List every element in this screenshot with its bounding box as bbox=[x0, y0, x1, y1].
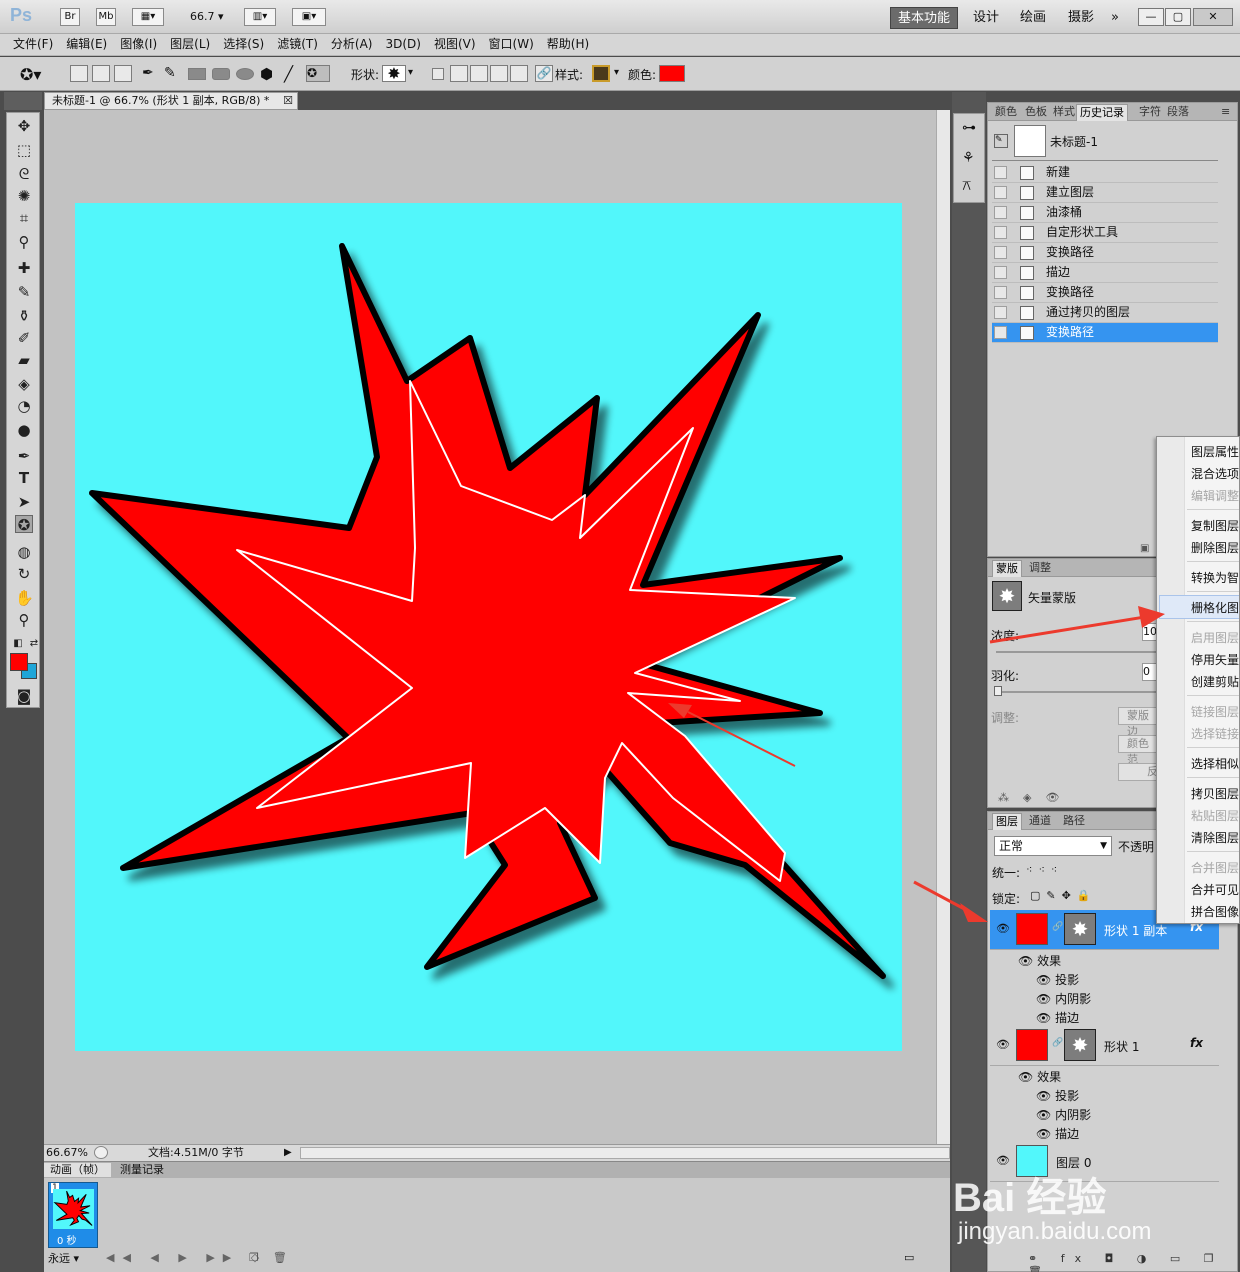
arrow-to-rasterize-head bbox=[1138, 606, 1165, 628]
arrow-to-layer-head bbox=[960, 903, 988, 922]
arrow-on-canvas bbox=[687, 711, 796, 767]
arrow-to-rasterize bbox=[989, 615, 1146, 644]
annotation-arrows bbox=[668, 606, 1165, 922]
arrow-on-canvas-head bbox=[668, 703, 692, 718]
arrow-to-layer bbox=[913, 880, 971, 914]
photoshop-window: Ps Br Mb ▦▾ 66.7 ▾ ▥▾ ▣▾ 基本功能 设计 绘画 摄影 »… bbox=[0, 0, 1240, 1272]
baidu-watermark-url: jingyan.baidu.com bbox=[958, 1218, 1152, 1245]
